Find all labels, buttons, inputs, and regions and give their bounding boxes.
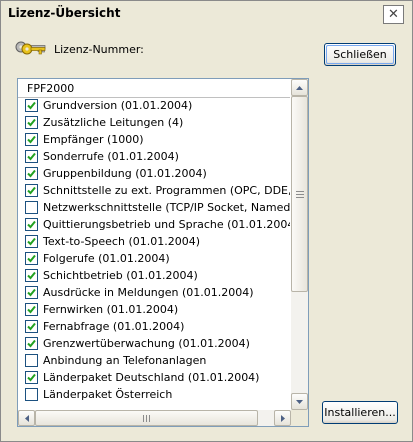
list-item[interactable]: Netzwerkschnittstelle (TCP/IP Socket, Na…: [18, 199, 290, 216]
list-item[interactable]: Empfänger (1000): [18, 131, 290, 148]
arrow-right-icon: [280, 414, 285, 422]
list-item-label: Ausdrücke in Meldungen (01.01.2004): [43, 286, 254, 299]
arrow-down-icon: [296, 399, 303, 404]
checkmark-icon: [27, 118, 36, 127]
checkmark-icon: [27, 271, 36, 280]
checkbox[interactable]: [25, 116, 38, 129]
checkbox[interactable]: [25, 252, 38, 265]
checkmark-icon: [27, 152, 36, 161]
list-item[interactable]: Schnittstelle zu ext. Programmen (OPC, D…: [18, 182, 290, 199]
list-item-label: Länderpaket Österreich: [43, 388, 173, 401]
scrollbar-corner: [291, 410, 308, 426]
list-item-label: Netzwerkschnittstelle (TCP/IP Socket, Na…: [43, 201, 290, 214]
list-item[interactable]: Grenzwertüberwachung (01.01.2004): [18, 335, 290, 352]
license-feature-list[interactable]: FPF2000 Grundversion (01.01.2004) Zusätzl…: [17, 78, 309, 427]
list-item-label: Schichtbetrieb (01.01.2004): [43, 269, 198, 282]
close-button[interactable]: Schließen: [324, 43, 396, 66]
list-item[interactable]: Sonderrufe (01.01.2004): [18, 148, 290, 165]
checkbox[interactable]: [25, 337, 38, 350]
checkmark-icon: [27, 339, 36, 348]
scroll-right-button[interactable]: [274, 410, 291, 426]
list-item[interactable]: Ausdrücke in Meldungen (01.01.2004): [18, 284, 290, 301]
list-item-label: Quittierungsbetrieb und Sprache (01.01.2…: [43, 218, 290, 231]
license-number-label: Lizenz-Nummer:: [54, 43, 144, 56]
list-item-label: Fernwirken (01.01.2004): [43, 303, 179, 316]
list-item[interactable]: Quittierungsbetrieb und Sprache (01.01.2…: [18, 216, 290, 233]
list-item-label: Grenzwertüberwachung (01.01.2004): [43, 337, 250, 350]
list-item[interactable]: Zusätzliche Leitungen (4): [18, 114, 290, 131]
list-item-label: Sonderrufe (01.01.2004): [43, 150, 179, 163]
license-overview-dialog: Lizenz-Übersicht ✕ Lizenz-Nummer: Schlie…: [0, 0, 413, 442]
list-item-label: Gruppenbildung (01.01.2004): [43, 167, 207, 180]
checkbox[interactable]: [25, 150, 38, 163]
checkmark-icon: [27, 305, 36, 314]
horizontal-scroll-thumb[interactable]: [35, 410, 258, 426]
arrow-up-icon: [296, 85, 303, 90]
list-item-label: Folgerufe (01.01.2004): [43, 252, 170, 265]
checkbox[interactable]: [25, 184, 38, 197]
checkbox[interactable]: [25, 235, 38, 248]
list-item[interactable]: Text-to-Speech (01.01.2004): [18, 233, 290, 250]
checkbox[interactable]: [25, 371, 38, 384]
checkmark-icon: [27, 135, 36, 144]
list-item-label: Text-to-Speech (01.01.2004): [43, 235, 201, 248]
list-item-label: Länderpaket Deutschland (01.01.2004): [43, 371, 260, 384]
checkmark-icon: [27, 322, 36, 331]
list-item-label: Zusätzliche Leitungen (4): [43, 116, 184, 129]
list-header: FPF2000: [18, 79, 290, 98]
list-item[interactable]: Fernabfrage (01.01.2004): [18, 318, 290, 335]
title-bar: Lizenz-Übersicht ✕: [1, 1, 412, 25]
checkbox[interactable]: [25, 201, 38, 214]
list-item[interactable]: Grundversion (01.01.2004): [18, 97, 290, 114]
checkbox[interactable]: [25, 218, 38, 231]
install-button[interactable]: Installieren...: [322, 401, 398, 424]
checkmark-icon: [27, 373, 36, 382]
checkmark-icon: [27, 220, 36, 229]
checkbox[interactable]: [25, 99, 38, 112]
install-button-label: Installieren...: [324, 406, 396, 419]
key-icon: [15, 41, 46, 55]
list-item-label: Fernabfrage (01.01.2004): [43, 320, 185, 333]
checkbox[interactable]: [25, 388, 38, 401]
list-item[interactable]: Länderpaket Österreich: [18, 386, 290, 403]
scroll-left-button[interactable]: [18, 410, 35, 426]
checkmark-icon: [27, 254, 36, 263]
checkmark-icon: [27, 169, 36, 178]
list-item[interactable]: Folgerufe (01.01.2004): [18, 250, 290, 267]
list-item[interactable]: Anbindung an Telefonanlagen: [18, 352, 290, 369]
checkbox[interactable]: [25, 286, 38, 299]
arrow-left-icon: [24, 414, 29, 422]
list-item[interactable]: Schichtbetrieb (01.01.2004): [18, 267, 290, 284]
checkbox[interactable]: [25, 303, 38, 316]
checkmark-icon: [27, 186, 36, 195]
vertical-scrollbar[interactable]: [291, 79, 308, 410]
checkbox[interactable]: [25, 167, 38, 180]
scroll-up-button[interactable]: [291, 79, 308, 96]
close-icon: ✕: [388, 7, 399, 22]
checkbox[interactable]: [25, 320, 38, 333]
list-item-label: Empfänger (1000): [43, 133, 144, 146]
checkbox[interactable]: [25, 354, 38, 367]
list-item-label: Grundversion (01.01.2004): [43, 99, 193, 112]
list-item[interactable]: Gruppenbildung (01.01.2004): [18, 165, 290, 182]
close-button-label: Schließen: [333, 48, 387, 61]
scroll-down-button[interactable]: [291, 393, 308, 410]
list-header-label: FPF2000: [27, 82, 75, 95]
window-close-button[interactable]: ✕: [383, 5, 404, 24]
list-item[interactable]: Länderpaket Deutschland (01.01.2004): [18, 369, 290, 386]
checkmark-icon: [27, 101, 36, 110]
checkbox[interactable]: [25, 269, 38, 282]
checkmark-icon: [27, 288, 36, 297]
checkmark-icon: [27, 237, 36, 246]
vertical-scroll-thumb[interactable]: [291, 96, 308, 292]
checkbox[interactable]: [25, 133, 38, 146]
list-item[interactable]: Fernwirken (01.01.2004): [18, 301, 290, 318]
list-items: Grundversion (01.01.2004) Zusätzliche Lei…: [18, 97, 290, 403]
horizontal-scrollbar[interactable]: [18, 410, 291, 426]
list-item-label: Anbindung an Telefonanlagen: [43, 354, 207, 367]
list-item-label: Schnittstelle zu ext. Programmen (OPC, D…: [43, 184, 290, 197]
window-title: Lizenz-Übersicht: [8, 6, 121, 20]
